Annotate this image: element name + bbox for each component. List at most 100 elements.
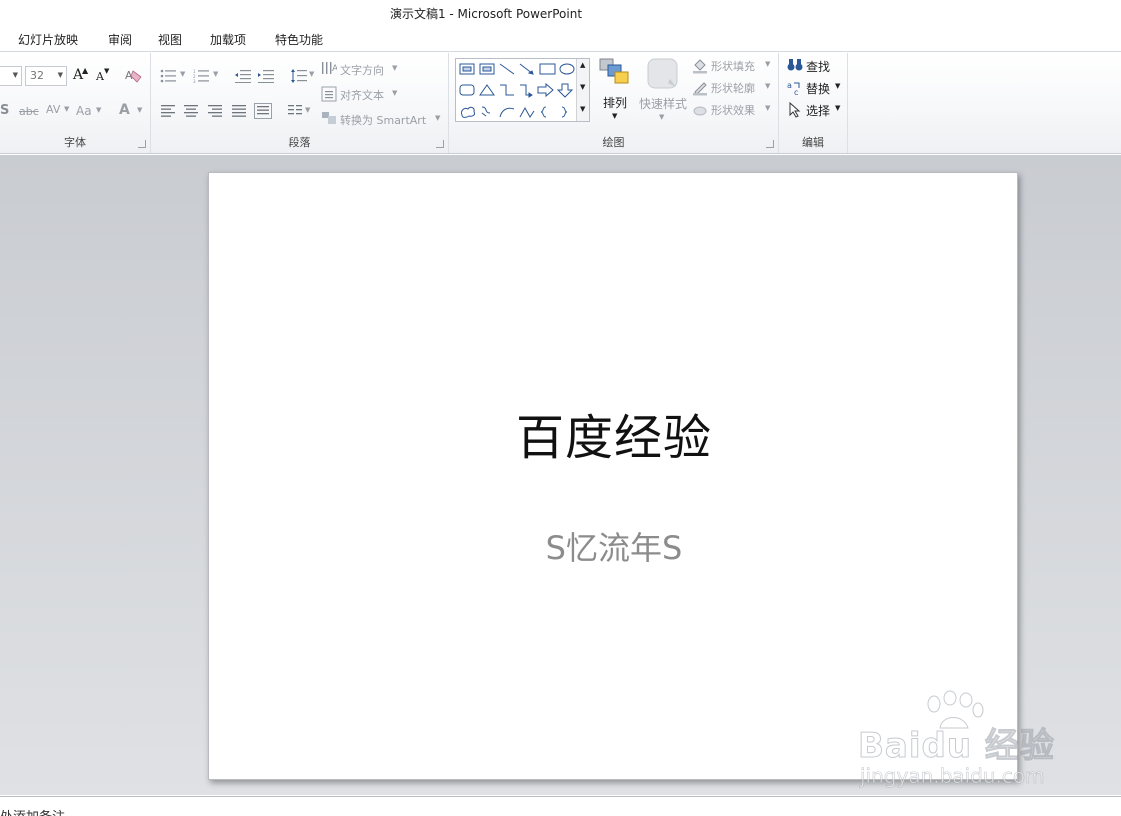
grow-arrow-icon: ▲ [82,66,89,75]
replace-button[interactable]: 替换 [806,80,830,97]
drawing-dialog-launcher[interactable] [766,140,774,148]
convert-smartart-button[interactable]: 转换为 SmartArt [340,112,426,128]
arrange-button[interactable]: 排列 [603,94,627,111]
shape-outline-icon [693,82,707,96]
tab-special-features[interactable]: 特色功能 [275,31,323,48]
gallery-down-icon[interactable]: ▼ [580,83,585,91]
change-case-button[interactable]: Aa [76,104,92,118]
gallery-more-icon[interactable]: ▼ [580,105,585,113]
shape-effects-dropdown-icon: ▼ [765,104,771,112]
gallery-scrollbar[interactable]: ▲ ▼ ▼ [576,59,589,121]
line-spacing-dropdown-icon: ▼ [309,70,315,78]
text-direction-dropdown-icon: ▼ [392,64,398,72]
notes-placeholder[interactable]: 处添加备注 [0,806,65,816]
editing-group: 查找 a c 替换 ▼ 选择 ▼ 编辑 [779,53,848,153]
quick-styles-dropdown-icon: ▼ [659,113,665,121]
spacing-dropdown-icon: ▼ [64,105,70,113]
columns-icon[interactable] [287,104,303,118]
title-bar: 演示文稿1 - Microsoft PowerPoint [0,0,1121,26]
slide-title[interactable]: 百度经验 [209,398,1019,468]
arrange-dropdown-icon: ▼ [612,112,618,120]
align-text-icon [321,86,337,102]
text-direction-button[interactable]: 文字方向 [340,62,384,78]
columns-dropdown-icon: ▼ [305,106,311,114]
tab-view[interactable]: 视图 [158,31,182,48]
shape-outline-button[interactable]: 形状轮廓 [711,80,755,96]
decrease-indent-icon[interactable] [234,69,252,83]
clear-formatting-icon[interactable]: A [123,67,143,85]
baidu-watermark: Baidu 经验 jingyan.baidu.com [858,690,1068,790]
watermark-logo: Baidu 经验 [858,726,1055,767]
convert-smartart-icon [322,112,336,124]
font-size-dropdown[interactable]: 32 ▼ [25,66,67,86]
paragraph-dialog-launcher[interactable] [436,140,444,148]
align-text-dropdown-icon: ▼ [392,89,398,97]
paragraph-group: ▼ 1 2 3 ▼ ▼ A 文字方向 ▼ 对齐文本 ▼ 转换为 SmartArt… [151,53,449,153]
bullets-icon[interactable] [160,69,178,83]
ribbon: ▼ 32 ▼ A ▲ A ▼ A S abc AV ▼ Aa ▼ A ▼ 字体 ▼… [0,53,1121,154]
convert-smartart-dropdown-icon: ▼ [435,114,441,122]
shape-fill-button[interactable]: 形状填充 [711,58,755,74]
align-right-icon[interactable] [207,104,223,118]
select-cursor-icon [789,102,801,118]
shrink-font-button[interactable]: A [96,70,104,83]
shape-effects-icon [693,106,707,116]
increase-indent-icon[interactable] [257,69,275,83]
svg-text:a: a [787,81,792,90]
svg-text:c: c [794,88,798,96]
strikethrough-button[interactable]: abc [19,105,39,118]
change-case-dropdown-icon: ▼ [96,106,102,114]
numbering-dropdown-icon: ▼ [213,70,219,78]
slide-subtitle[interactable]: S忆流年S [209,523,1019,569]
ribbon-tab-bar: 幻灯片放映 审阅 视图 加载项 特色功能 [0,26,1121,52]
tab-review[interactable]: 审阅 [108,31,132,48]
shape-effects-button[interactable]: 形状效果 [711,102,755,118]
quick-styles-icon [647,58,678,89]
align-center-icon[interactable] [183,104,199,118]
gallery-up-icon[interactable]: ▲ [580,61,585,69]
paragraph-group-label: 段落 [288,136,311,149]
bullets-dropdown-icon: ▼ [180,70,186,78]
align-text-button[interactable]: 对齐文本 [340,87,384,103]
svg-text:A: A [332,64,337,74]
character-spacing-button[interactable]: AV [46,103,60,116]
align-left-icon[interactable] [160,104,176,118]
font-color-button[interactable]: A [119,102,130,118]
replace-dropdown-icon: ▼ [835,82,841,90]
replace-icon: a c [787,81,800,96]
font-group-label: 字体 [64,136,86,149]
binoculars-icon [787,59,803,71]
font-dialog-launcher[interactable] [138,140,146,148]
editing-group-label: 编辑 [802,136,824,149]
window-title: 演示文稿1 - Microsoft PowerPoint [389,7,583,21]
tab-addins[interactable]: 加载项 [210,31,246,48]
shapes-gallery-icons [459,63,575,118]
justify-icon[interactable] [231,104,247,118]
select-dropdown-icon: ▼ [835,104,841,112]
tab-slide-show[interactable]: 幻灯片放映 [18,31,78,48]
distributed-icon[interactable] [254,103,272,119]
drawing-group-label: 绘图 [602,136,625,149]
shapes-gallery[interactable]: ▲ ▼ ▼ [455,58,590,122]
select-button[interactable]: 选择 [806,102,830,119]
notes-pane[interactable]: 处添加备注 [0,796,1121,816]
font-color-dropdown-icon: ▼ [137,106,143,114]
slide-canvas[interactable]: 百度经验 S忆流年S [208,172,1018,780]
text-direction-icon: A [322,62,337,74]
font-size-value: 32 [30,69,44,82]
font-group: ▼ 32 ▼ A ▲ A ▼ A S abc AV ▼ Aa ▼ A ▼ 字体 [0,53,151,153]
shrink-arrow-icon: ▼ [104,67,110,75]
line-spacing-icon[interactable] [290,68,308,84]
svg-text:3: 3 [193,79,196,83]
numbering-icon[interactable]: 1 2 3 [193,69,211,83]
font-name-dropdown[interactable]: ▼ [0,66,22,86]
watermark-url: jingyan.baidu.com [860,764,1045,789]
shape-fill-dropdown-icon: ▼ [765,60,771,68]
shape-outline-dropdown-icon: ▼ [765,82,771,90]
shadow-button[interactable]: S [0,103,9,118]
shape-fill-icon [693,59,707,74]
find-button[interactable]: 查找 [806,58,830,75]
quick-styles-button[interactable]: 快速样式 [639,95,687,112]
arrange-icon [599,58,629,84]
drawing-group: ▲ ▼ ▼ 排列 ▼ 快速样式 ▼ 形状填充 ▼ 形状轮廓 ▼ 形状效果 ▼ 绘… [449,53,779,153]
